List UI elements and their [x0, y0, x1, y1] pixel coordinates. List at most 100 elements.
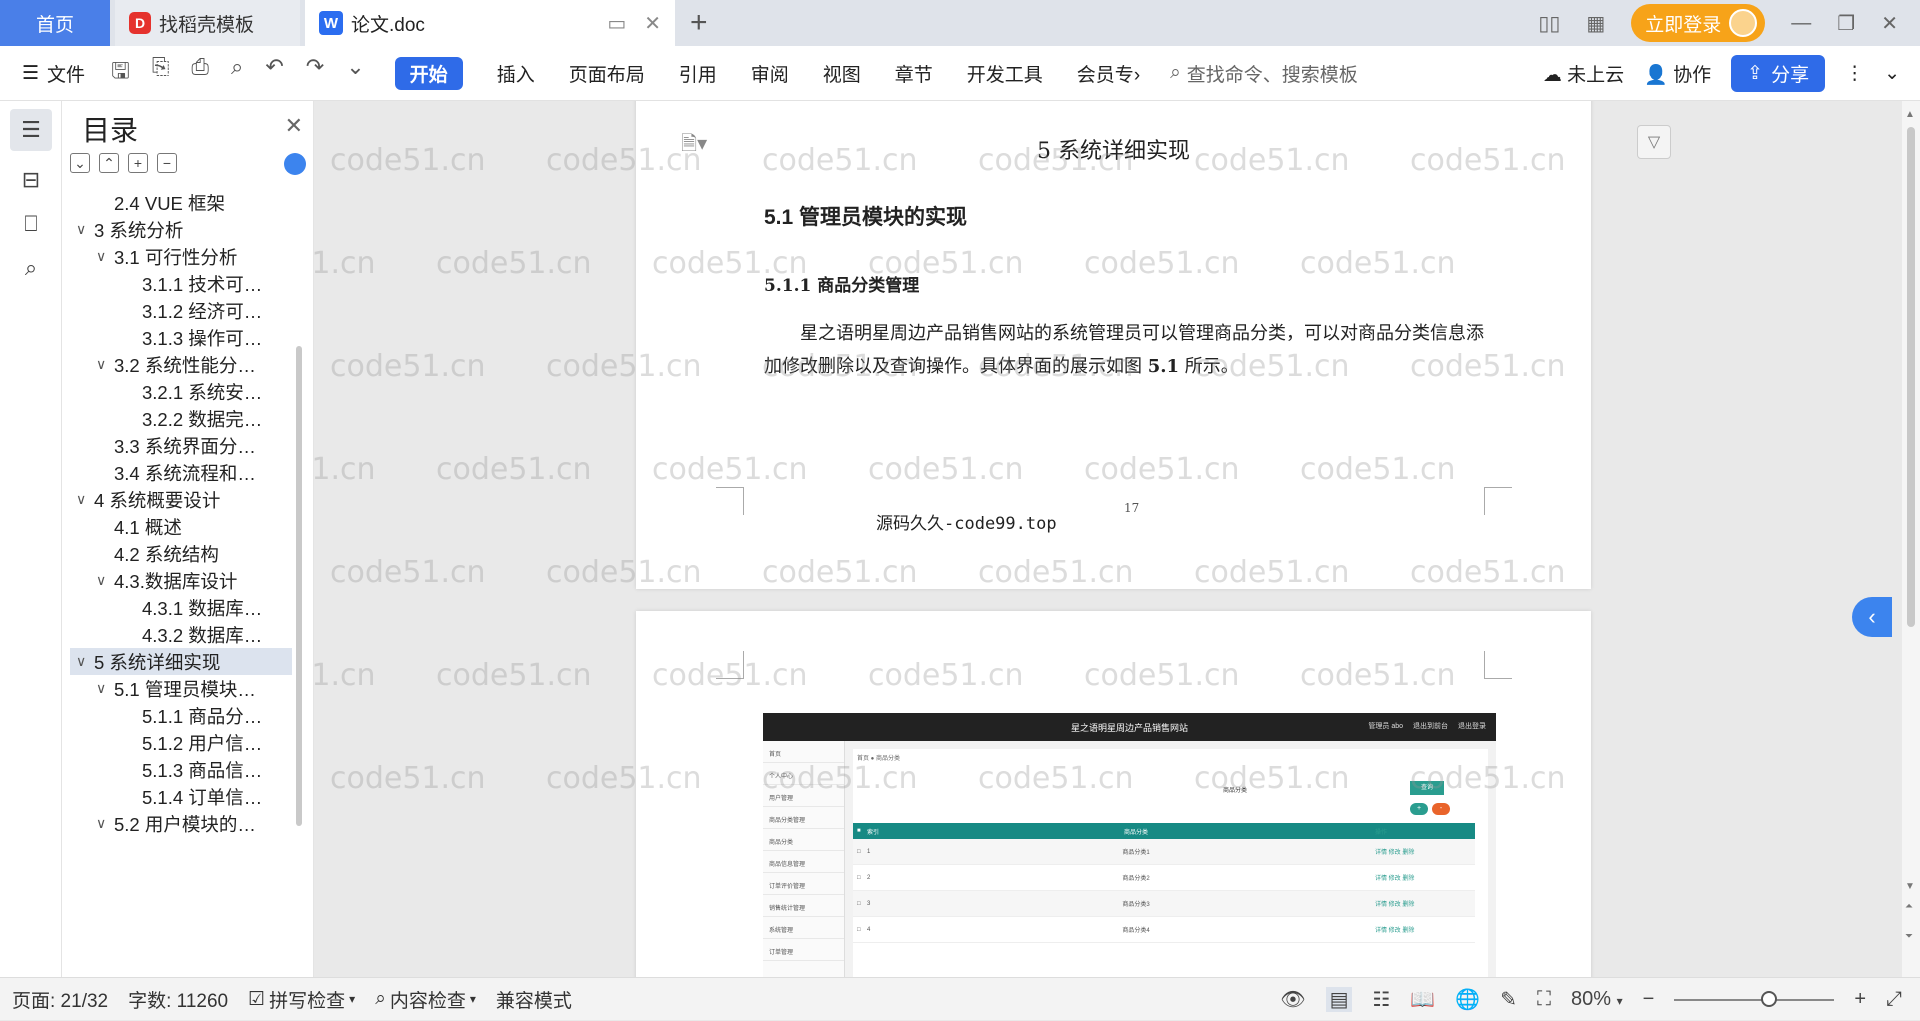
scroll-top-icon[interactable]: ▲: [1905, 109, 1915, 120]
apps-grid-icon[interactable]: ▦: [1586, 11, 1605, 36]
close-icon[interactable]: ✕: [285, 113, 303, 139]
ribbon-tab-start[interactable]: 开始: [394, 56, 463, 90]
toc-scrollbar[interactable]: [296, 346, 302, 826]
tab-document[interactable]: W 论文.doc ▭ ✕: [305, 0, 675, 46]
ribbon-tab-chapter[interactable]: 章节: [895, 60, 933, 87]
toc-item[interactable]: 3.1.3 操作可…: [70, 324, 292, 351]
cloud-status[interactable]: ☁ 未上云: [1543, 60, 1624, 87]
toc-item[interactable]: 3.3 系统界面分…: [70, 432, 292, 459]
collab-button[interactable]: 👤 协作: [1644, 60, 1711, 87]
navigation-icon[interactable]: ⊟: [10, 159, 52, 201]
toc-item[interactable]: 5.1.4 订单信…: [70, 783, 292, 810]
chevron-down-icon[interactable]: ∨: [76, 491, 94, 508]
layout-icon[interactable]: ▯▯: [1538, 11, 1560, 36]
save-icon[interactable]: 🖫: [111, 54, 130, 92]
toc-item[interactable]: ∨ 3 系统分析: [70, 216, 292, 243]
fullscreen-icon[interactable]: ⤢: [1886, 988, 1902, 1011]
reading-view-icon[interactable]: 📖: [1410, 987, 1435, 1012]
chevron-down-icon[interactable]: ∨: [76, 653, 94, 670]
vertical-scrollbar[interactable]: ▲ ▼ ⏶ ⏷: [1902, 101, 1920, 977]
close-window-icon[interactable]: ✕: [1881, 11, 1898, 36]
more-icon[interactable]: ⋮: [1845, 62, 1864, 85]
content-check-button[interactable]: ⌕ 内容检查 ▾: [375, 986, 476, 1013]
scroll-down-icon[interactable]: ▼: [1905, 881, 1915, 892]
zoom-slider[interactable]: [1674, 990, 1835, 1007]
collapse-side-panel-button[interactable]: ‹: [1852, 597, 1892, 637]
customize-chevron-icon[interactable]: ⌄: [346, 54, 364, 92]
ribbon-tab-developer[interactable]: 开发工具: [967, 60, 1043, 87]
eye-protection-icon[interactable]: 👁: [1280, 987, 1305, 1012]
toc-item[interactable]: ∨ 5.1 管理员模块…: [70, 675, 292, 702]
prev-page-icon[interactable]: ⏶: [1905, 901, 1913, 912]
ribbon-tab-review[interactable]: 审阅: [751, 60, 789, 87]
ribbon-tab-references[interactable]: 引用: [679, 60, 717, 87]
toc-item[interactable]: ∨ 5 系统详细实现: [70, 648, 292, 675]
toc-item[interactable]: 5.1.3 商品信…: [70, 756, 292, 783]
ribbon-tab-member[interactable]: 会员专›: [1077, 60, 1140, 87]
zoom-in-icon[interactable]: +: [1854, 988, 1866, 1011]
collapse-ribbon-icon[interactable]: ⌄: [1884, 62, 1900, 85]
search-icon[interactable]: ⌕: [10, 247, 52, 289]
close-tab-icon[interactable]: ✕: [644, 11, 661, 36]
screen-mode-icon[interactable]: ▭: [607, 11, 626, 36]
scroll-thumb[interactable]: [1907, 127, 1915, 627]
toc-item[interactable]: 3.4 系统流程和…: [70, 459, 292, 486]
toc-item[interactable]: ∨ 3.1 可行性分析: [70, 243, 292, 270]
toc-item[interactable]: ∨ 3.2 系统性能分…: [70, 351, 292, 378]
toc-item[interactable]: 3.2.1 系统安…: [70, 378, 292, 405]
chevron-down-icon[interactable]: ∨: [76, 221, 94, 238]
ribbon-tab-insert[interactable]: 插入: [497, 60, 535, 87]
toc-item[interactable]: 3.2.2 数据完…: [70, 405, 292, 432]
tab-home[interactable]: 首页: [0, 0, 110, 46]
chevron-down-icon[interactable]: ∨: [96, 680, 114, 697]
write-view-icon[interactable]: ✎: [1500, 987, 1517, 1012]
ai-assistant-icon[interactable]: [284, 153, 306, 175]
toc-item[interactable]: 4.3.1 数据库…: [70, 594, 292, 621]
command-search[interactable]: ⌕ 查找命令、搜索模板: [1170, 60, 1358, 87]
toc-item[interactable]: ∨ 4 系统概要设计: [70, 486, 292, 513]
zoom-out-icon[interactable]: −: [1643, 988, 1655, 1011]
print-preview-icon[interactable]: ⌕: [231, 54, 243, 92]
add-heading-icon[interactable]: +: [128, 153, 148, 173]
toc-item[interactable]: 2.4 VUE 框架: [70, 189, 292, 216]
share-button[interactable]: ⇪ 分享: [1731, 55, 1826, 92]
toc-item[interactable]: 4.1 概述: [70, 513, 292, 540]
chevron-down-icon[interactable]: ∨: [96, 572, 114, 589]
remove-heading-icon[interactable]: −: [157, 153, 177, 173]
toc-item[interactable]: ∨ 4.3.数据库设计: [70, 567, 292, 594]
new-tab-button[interactable]: +: [690, 6, 708, 40]
next-page-icon[interactable]: ⏷: [1905, 931, 1913, 942]
file-menu[interactable]: ☰ 文件: [22, 60, 85, 87]
zoom-slider-knob[interactable]: [1760, 990, 1777, 1007]
export-pdf-icon[interactable]: ⎘: [152, 54, 170, 92]
nav-panel-button[interactable]: ▽: [1637, 125, 1671, 159]
word-count[interactable]: 字数: 11260: [128, 986, 228, 1013]
page-indicator[interactable]: 页面: 21/32: [12, 986, 108, 1013]
bookmark-icon[interactable]: ⎕: [10, 203, 52, 245]
tab-templates[interactable]: D 找稻壳模板: [115, 0, 300, 46]
fit-page-icon[interactable]: ⛶: [1537, 988, 1551, 1011]
chevron-down-icon[interactable]: ∨: [96, 356, 114, 373]
chevron-down-icon[interactable]: ∨: [96, 248, 114, 265]
undo-icon[interactable]: ↶: [265, 54, 283, 92]
toc-item[interactable]: 4.3.2 数据库…: [70, 621, 292, 648]
collapse-all-icon[interactable]: ⌄: [70, 153, 90, 173]
expand-all-icon[interactable]: ⌃: [99, 153, 119, 173]
minimize-icon[interactable]: —: [1791, 12, 1811, 35]
toc-panel-icon[interactable]: ☰: [10, 109, 52, 151]
spell-check-button[interactable]: ☑ 拼写检查 ▾: [248, 986, 355, 1013]
ribbon-tab-layout[interactable]: 页面布局: [569, 60, 645, 87]
ribbon-tab-view[interactable]: 视图: [823, 60, 861, 87]
outline-view-icon[interactable]: ☷: [1372, 987, 1390, 1012]
chevron-down-icon[interactable]: ∨: [96, 815, 114, 832]
toc-item[interactable]: 3.1.1 技术可…: [70, 270, 292, 297]
toc-item[interactable]: 5.1.2 用户信…: [70, 729, 292, 756]
redo-icon[interactable]: ↷: [306, 54, 324, 92]
login-button[interactable]: 立即登录: [1631, 4, 1766, 42]
web-view-icon[interactable]: 🌐: [1455, 987, 1480, 1012]
toc-item[interactable]: 5.1.1 商品分…: [70, 702, 292, 729]
restore-icon[interactable]: ❐: [1837, 11, 1855, 36]
page-view-icon[interactable]: ▤: [1325, 987, 1353, 1012]
zoom-level[interactable]: 80% ▾: [1571, 988, 1623, 1011]
toc-item[interactable]: ∨ 5.2 用户模块的…: [70, 810, 292, 837]
